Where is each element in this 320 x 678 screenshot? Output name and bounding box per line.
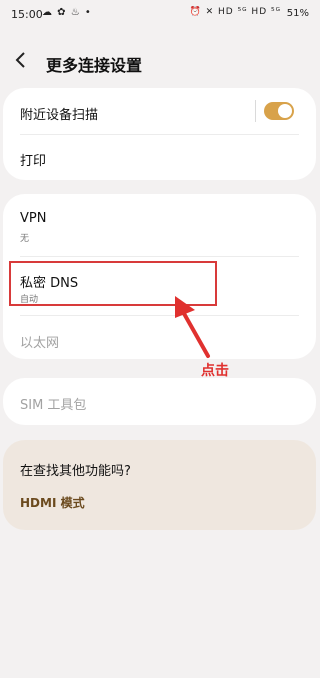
ethernet-row: 以太网 [3, 316, 316, 359]
ethernet-label: 以太网 [20, 336, 60, 351]
suggestion-card: 在查找其他功能吗? HDMI 模式 [3, 440, 316, 530]
settings-card-3: SIM 工具包 [3, 378, 316, 425]
arrow-icon [175, 296, 210, 358]
sim-toolkit-label: SIM 工具包 [20, 398, 87, 413]
vpn-row[interactable]: VPN 无 [3, 194, 316, 255]
status-time: 15:00 [11, 8, 43, 21]
annotation-text: 点击 [201, 363, 229, 379]
battery-level: 51% [286, 8, 309, 19]
print-row[interactable]: 打印 [3, 135, 316, 180]
toggle-separator [255, 100, 256, 122]
settings-card-1: 附近设备扫描 打印 [3, 88, 316, 180]
vpn-label: VPN [20, 211, 47, 226]
notification-icons: ☁ ✿ ♨ • [42, 7, 92, 18]
nearby-scan-label: 附近设备扫描 [20, 108, 99, 123]
print-label: 打印 [20, 154, 47, 169]
page-title: 更多连接设置 [46, 56, 143, 75]
nearby-scan-row[interactable]: 附近设备扫描 [3, 88, 316, 134]
signal-icons: ⏰ ✕ HD ⁵ᴳ HD ⁵ᴳ [189, 7, 281, 17]
hdmi-mode-link[interactable]: HDMI 模式 [20, 494, 85, 511]
chevron-left-icon [15, 52, 25, 68]
sim-toolkit-row: SIM 工具包 [3, 378, 316, 425]
status-bar: 15:00 ☁ ✿ ♨ • ⏰ ✕ HD ⁵ᴳ HD ⁵ᴳ 51% [0, 0, 315, 30]
header: 更多连接设置 [0, 44, 315, 80]
back-button[interactable] [14, 50, 36, 74]
vpn-status: 无 [20, 234, 30, 244]
toggle-knob [278, 104, 292, 118]
nearby-scan-toggle[interactable] [264, 102, 294, 120]
suggestion-question: 在查找其他功能吗? [20, 464, 131, 479]
